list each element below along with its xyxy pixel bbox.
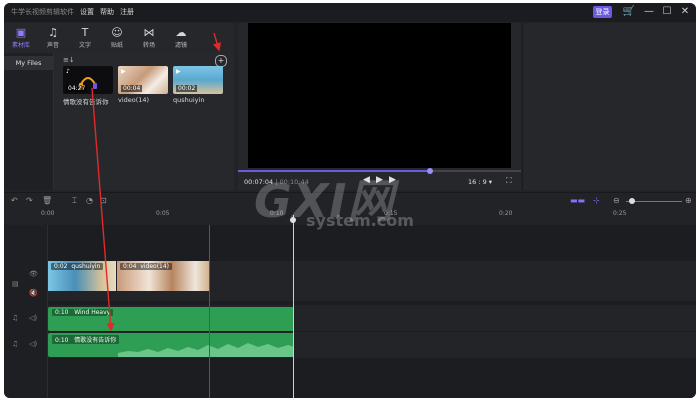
arrow-to-add: [212, 32, 222, 52]
annotation-arrows: [91, 32, 222, 332]
arrow-to-track: [91, 87, 115, 332]
